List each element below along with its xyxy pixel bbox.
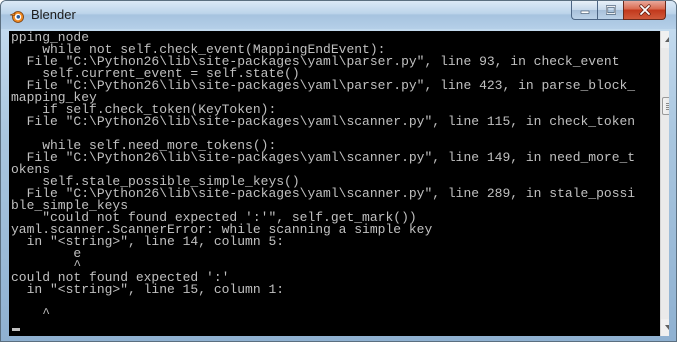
- scroll-up-arrow-icon: [665, 37, 669, 42]
- console-text: pping_node while not self.check_event(Ma…: [11, 31, 636, 321]
- minimize-icon: [580, 10, 589, 14]
- text-cursor: [12, 328, 20, 331]
- window-title: Blender: [31, 7, 76, 22]
- minimize-button[interactable]: [571, 1, 597, 20]
- maximize-button[interactable]: [597, 1, 623, 20]
- console-line: in "<string>", line 15, column 1:: [11, 282, 285, 297]
- title-bar[interactable]: Blender: [1, 1, 676, 29]
- console-line: File "C:\Python26\lib\site-packages\yaml…: [11, 114, 636, 129]
- console-line: in "<string>", line 14, column 5:: [11, 234, 285, 249]
- console-line: File "C:\Python26\lib\site-packages\yaml…: [11, 150, 636, 165]
- console-output[interactable]: pping_node while not self.check_event(Ma…: [9, 31, 669, 336]
- window-controls: [571, 1, 666, 21]
- blender-logo-icon: [9, 8, 25, 24]
- console-line: File "C:\Python26\lib\site-packages\yaml…: [11, 78, 636, 93]
- vertical-scrollbar[interactable]: [660, 31, 669, 336]
- scroll-down-arrow-icon: [665, 325, 669, 330]
- blender-console-window: Blender pping_node while not self.check_…: [0, 0, 677, 342]
- maximize-icon: [605, 5, 616, 15]
- console-line: ^: [11, 306, 51, 321]
- close-icon: [638, 4, 651, 16]
- close-button[interactable]: [623, 1, 666, 20]
- scrollbar-thumb[interactable]: [662, 97, 669, 115]
- console-line: e: [11, 246, 82, 261]
- scroll-up-button[interactable]: [661, 31, 669, 48]
- scroll-down-button[interactable]: [661, 319, 669, 336]
